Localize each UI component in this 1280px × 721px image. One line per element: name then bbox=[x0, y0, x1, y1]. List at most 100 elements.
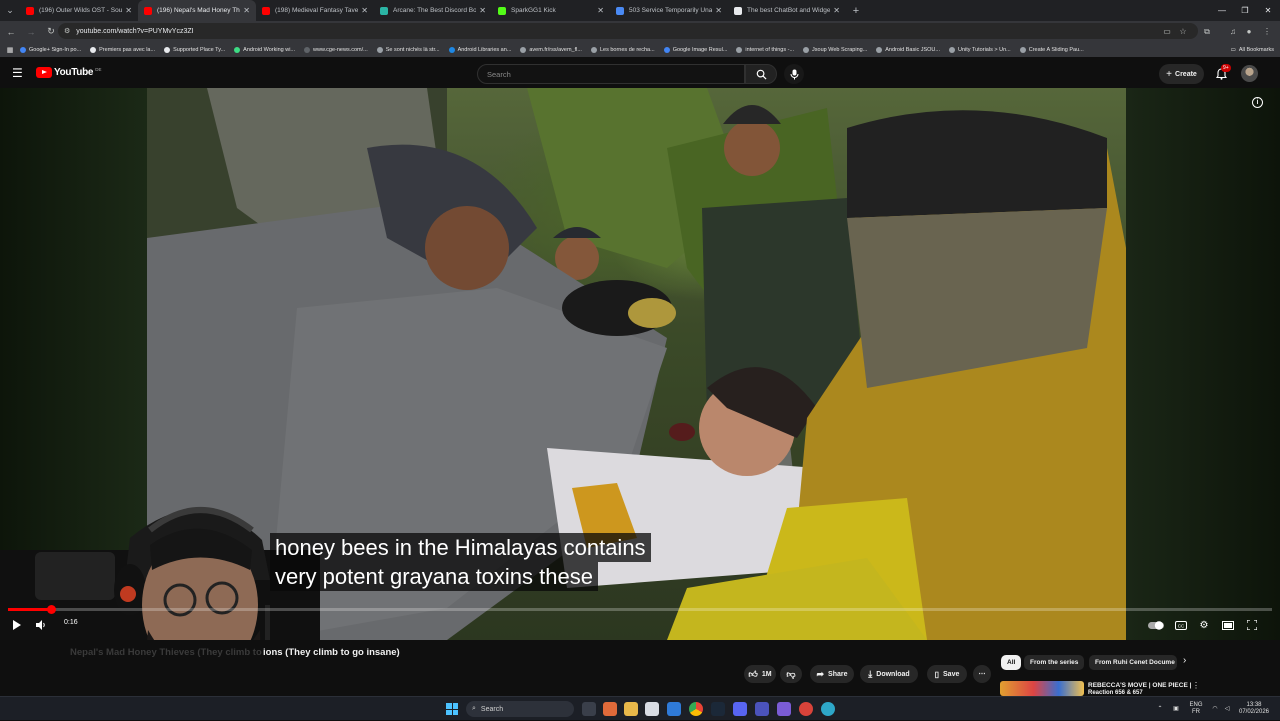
chips-next-icon[interactable]: › bbox=[1183, 655, 1186, 666]
tab-close-icon[interactable]: ✕ bbox=[715, 6, 722, 15]
bookmark-item[interactable]: Android Working wi... bbox=[234, 46, 295, 53]
bookmark-item[interactable]: avem.fr/rss/avem_fl... bbox=[520, 46, 582, 53]
bookmark-star-icon[interactable]: ☆ bbox=[1174, 21, 1192, 42]
tab-close-icon[interactable]: ✕ bbox=[479, 6, 486, 15]
browser-tab[interactable]: The best ChatBot and Widgets ✕ bbox=[728, 0, 846, 21]
bookmark-item[interactable]: Premiers pas avec la... bbox=[90, 46, 155, 53]
bookmark-item[interactable]: Jsoup Web Scraping... bbox=[803, 46, 868, 53]
chip-from-channel[interactable]: From Ruhi Cenet Docume bbox=[1089, 655, 1177, 670]
browser-tab[interactable]: (198) Medieval Fantasy Tavern ✕ bbox=[256, 0, 374, 21]
minimize-icon[interactable]: — bbox=[1211, 0, 1233, 21]
mail-icon[interactable] bbox=[667, 702, 681, 716]
extensions-icon[interactable]: ⧉ bbox=[1198, 21, 1216, 42]
task-view-icon[interactable] bbox=[582, 702, 596, 716]
dislike-button[interactable]: 👎︎ bbox=[780, 665, 802, 683]
bookmark-label: Jsoup Web Scraping... bbox=[812, 46, 868, 53]
tray-overflow-icon[interactable]: ⌃ bbox=[1153, 697, 1167, 721]
new-tab-button[interactable]: + bbox=[846, 0, 866, 21]
play-button[interactable] bbox=[8, 616, 24, 634]
taskbar-search[interactable]: ⌕ Search bbox=[466, 701, 574, 717]
windows-start-icon[interactable] bbox=[446, 703, 458, 715]
create-button[interactable]: + Create bbox=[1159, 64, 1204, 84]
tray-app-icon[interactable]: ▣ bbox=[1169, 697, 1183, 721]
youtube-logo[interactable]: YouTube DE bbox=[36, 67, 101, 78]
bookmark-item[interactable]: Supported Place Ty... bbox=[164, 46, 225, 53]
profile-icon[interactable]: ● bbox=[1240, 21, 1258, 42]
bookmark-item[interactable]: Unity Tutorials > Un... bbox=[948, 46, 1011, 53]
back-icon[interactable]: ← bbox=[2, 23, 20, 41]
apps-grid-icon[interactable]: ▦ bbox=[0, 46, 20, 54]
tab-close-icon[interactable]: ✕ bbox=[125, 6, 132, 15]
progress-scrubber[interactable] bbox=[47, 605, 56, 614]
bookmark-item[interactable]: internet of things -... bbox=[736, 46, 794, 53]
language-indicator[interactable]: ENG FR bbox=[1186, 697, 1206, 721]
save-button[interactable]: ▯ Save bbox=[927, 665, 967, 683]
search-button[interactable] bbox=[745, 64, 777, 84]
tab-close-icon[interactable]: ✕ bbox=[597, 6, 604, 15]
bookmark-item[interactable]: Android Basic JSOU... bbox=[876, 46, 940, 53]
store-icon[interactable] bbox=[645, 702, 659, 716]
info-icon[interactable]: i bbox=[1252, 97, 1263, 108]
hamburger-menu-icon[interactable]: ☰ bbox=[12, 67, 24, 79]
speaker-icon[interactable]: ◁ bbox=[1220, 697, 1234, 721]
bookmark-item[interactable]: Android Libraries an... bbox=[448, 46, 511, 53]
chip-from-series[interactable]: From the series bbox=[1024, 655, 1085, 670]
steam-icon[interactable] bbox=[711, 702, 725, 716]
chip-all[interactable]: All bbox=[1001, 655, 1022, 670]
recommended-thumbnail[interactable] bbox=[1000, 681, 1084, 696]
autoplay-toggle[interactable] bbox=[1147, 616, 1165, 634]
tab-favicon-icon bbox=[26, 6, 34, 15]
address-bar[interactable]: ⚙ youtube.com/watch?v=PUYMvYcz3ZI bbox=[58, 23, 1198, 39]
recommended-title[interactable]: REBECCA'S MOVE | ONE PIECE | bbox=[1088, 682, 1191, 689]
tab-close-icon[interactable]: ✕ bbox=[361, 6, 368, 15]
maximize-icon[interactable]: ❐ bbox=[1234, 0, 1256, 21]
site-info-icon[interactable]: ⚙ bbox=[64, 27, 70, 35]
download-button[interactable]: ⤓ Download bbox=[860, 665, 918, 683]
teams-icon[interactable] bbox=[755, 702, 769, 716]
menu-kebab-icon[interactable]: ⋮ bbox=[1258, 21, 1276, 42]
account-avatar[interactable] bbox=[1241, 65, 1258, 82]
voice-search-button[interactable] bbox=[784, 64, 804, 84]
chrome-icon[interactable] bbox=[689, 702, 703, 716]
miniplayer-button[interactable] bbox=[1220, 616, 1236, 634]
forward-icon[interactable]: → bbox=[22, 23, 40, 41]
bookmark-item[interactable]: Google Image Resul... bbox=[663, 46, 727, 53]
discord-icon[interactable] bbox=[733, 702, 747, 716]
volume-button[interactable] bbox=[33, 616, 49, 634]
more-actions-button[interactable]: ⋯ bbox=[973, 665, 991, 683]
edge-icon[interactable] bbox=[821, 702, 835, 716]
search-input[interactable]: Search bbox=[477, 64, 745, 84]
captions-button[interactable]: CC bbox=[1173, 616, 1189, 634]
settings-button[interactable]: ⚙ bbox=[1196, 616, 1212, 634]
tab-close-icon[interactable]: ✕ bbox=[833, 6, 840, 15]
bookmark-item[interactable]: Create A Sliding Pau... bbox=[1019, 46, 1084, 53]
all-bookmarks-button[interactable]: ▭ All Bookmarks bbox=[1231, 42, 1274, 57]
browser-tab[interactable]: SparkGG1 Kick ✕ bbox=[492, 0, 610, 21]
browser-tab[interactable]: (196) Outer Wilds OST - Sounds✕ bbox=[20, 0, 138, 21]
tab-close-icon[interactable]: ✕ bbox=[243, 6, 250, 15]
fullscreen-button[interactable] bbox=[1244, 616, 1260, 634]
browser-tab[interactable]: 503 Service Temporarily Unavai ✕ bbox=[610, 0, 728, 21]
bookmark-favicon-icon bbox=[20, 46, 26, 53]
recommended-menu-icon[interactable]: ⋮ bbox=[1192, 681, 1200, 690]
bookmark-item[interactable]: Se sont nichés là str... bbox=[376, 46, 440, 53]
like-button[interactable]: 👍︎ 1M bbox=[744, 665, 776, 683]
tab-search-icon[interactable]: ⌄ bbox=[0, 0, 20, 21]
recommended-video[interactable]: REBECCA'S MOVE | ONE PIECE | Reaction 65… bbox=[1000, 681, 1270, 696]
close-window-icon[interactable]: ✕ bbox=[1257, 0, 1279, 21]
bookmark-item[interactable]: www.cge-news.com/... bbox=[304, 46, 368, 53]
browser-tab[interactable]: (196) Nepal's Mad Honey Thie ✕ bbox=[138, 0, 256, 21]
bookmark-item[interactable]: Google+ Sign-In po... bbox=[20, 46, 81, 53]
share-button[interactable]: ➦ Share bbox=[810, 665, 854, 683]
bookmarks-list: Google+ Sign-In po... Premiers pas avec l… bbox=[20, 46, 1093, 53]
progress-bar[interactable] bbox=[8, 605, 1272, 614]
clock[interactable]: 13:38 07/02/2026 bbox=[1236, 697, 1272, 721]
file-explorer-icon[interactable] bbox=[624, 702, 638, 716]
bookmark-item[interactable]: Les bornes de recha... bbox=[590, 46, 655, 53]
app-icon-2[interactable] bbox=[777, 702, 791, 716]
video-player[interactable]: i honey bees in the Himalayas contains v… bbox=[0, 88, 1280, 640]
notification-badge: 9+ bbox=[1221, 64, 1231, 72]
browser-tab[interactable]: Arcane: The Best Discord Bot ✕ bbox=[374, 0, 492, 21]
app-icon-1[interactable] bbox=[603, 702, 617, 716]
app-icon-3[interactable] bbox=[799, 702, 813, 716]
